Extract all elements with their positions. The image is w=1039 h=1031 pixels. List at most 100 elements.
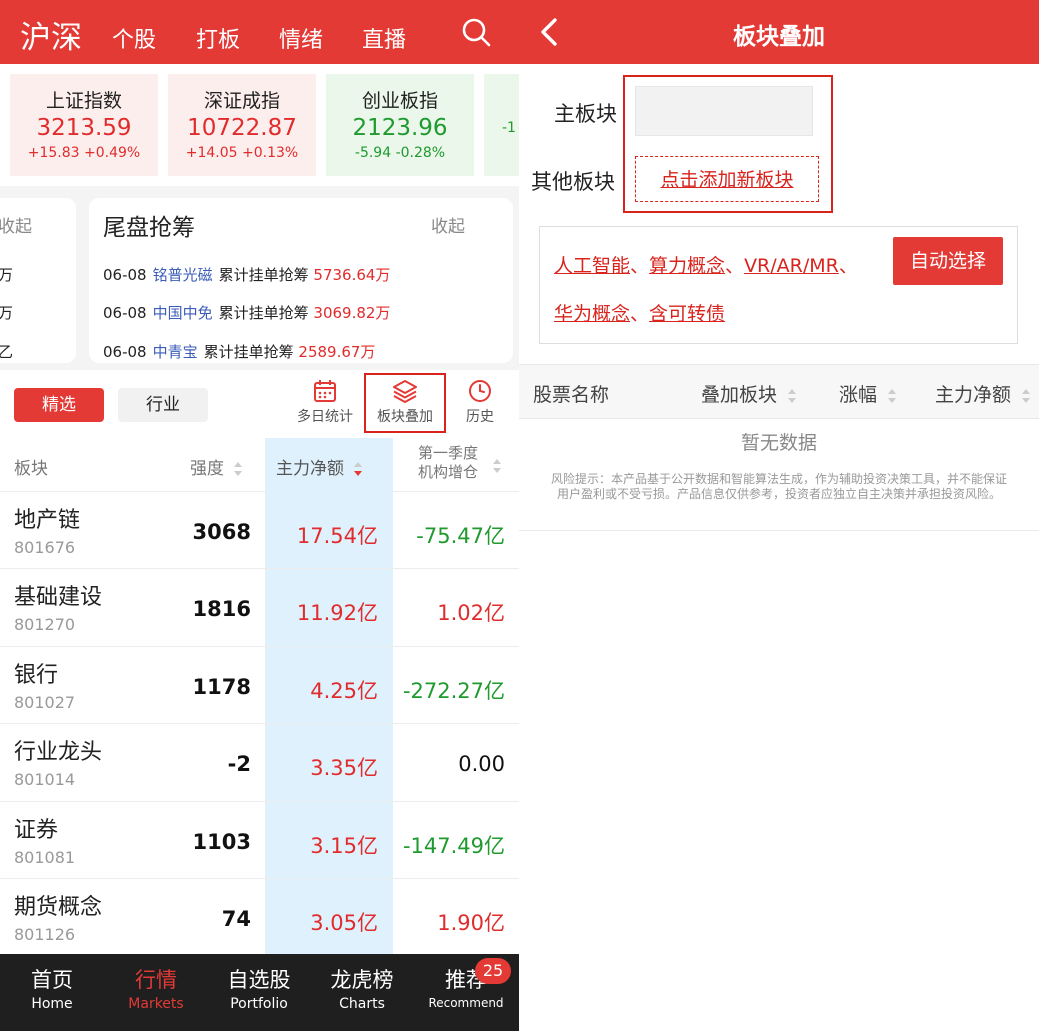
sector-strength: 1178 (192, 674, 251, 699)
nav-sublabel: Recommend (428, 996, 504, 1010)
bidding-amount: 2589.67万 (298, 343, 376, 361)
search-icon[interactable] (460, 16, 494, 50)
sector-strength: 1816 (192, 597, 251, 622)
sector-code: 801014 (14, 770, 76, 790)
suggestion-convertible[interactable]: 含可转债 (649, 303, 725, 325)
sector-input-highlight-box (623, 75, 833, 213)
bidding-stock[interactable]: 铭普光磁 (153, 266, 213, 284)
index-change: +14.05 +0.13% (185, 145, 299, 161)
index-change: +15.83 +0.49% (27, 145, 141, 161)
sector-table-header-overlay: 主力净额 第一季度 机构增仓 (0, 438, 519, 492)
nav-markets[interactable]: 行情 Markets (104, 964, 208, 1012)
table-row[interactable]: 期货概念 801126 74 3.05亿 1.90亿 (0, 879, 519, 957)
bidding-desc: 累计挂单抢筹 (218, 266, 309, 284)
sector-strength: 3068 (192, 520, 251, 544)
separator: 、 (725, 255, 745, 277)
bidding-stock[interactable]: 中青宝 (153, 343, 198, 361)
header-overlay-label: 叠加板块 (701, 384, 778, 406)
index-card-shanghai[interactable]: 上证指数 3213.59 +15.83 +0.49% (10, 74, 158, 176)
index-name: 深证成指 (203, 90, 280, 112)
separator: 、 (630, 303, 650, 325)
table-row[interactable]: 银行 801027 1178 4.25亿 -272.27亿 (0, 647, 519, 725)
notification-badge: 25 (475, 958, 511, 984)
bidding-desc: 累计挂单抢筹 (203, 343, 294, 361)
separator: 、 (838, 255, 858, 277)
suggestion-vr[interactable]: VR/AR/MR (744, 255, 839, 277)
header-main-net-label: 主力净额 (935, 384, 1012, 406)
suggestion-huawei[interactable]: 华为概念 (554, 303, 630, 325)
filter-industry-button[interactable]: 行业 (118, 388, 208, 422)
index-card-partial[interactable]: -1 (484, 74, 519, 176)
clock-icon (469, 380, 491, 402)
nav-charts[interactable]: 龙虎榜 Charts (310, 964, 414, 1012)
table-row[interactable]: 行业龙头 801014 -2 3.35亿 0.00 (0, 724, 519, 802)
late-bidding-card: 尾盘抢筹 收起 06-08 铭普光磁 累计挂单抢筹 5736.64万 06-08 中国… (89, 198, 513, 363)
filter-selected-button[interactable]: 精选 (14, 388, 104, 422)
tab-live[interactable]: 直播 (362, 22, 406, 54)
tool-label: 历史 (466, 409, 494, 425)
nav-sublabel: Charts (339, 996, 385, 1012)
sector-q1-inflow: -272.27亿 (402, 678, 505, 703)
left-screen: 沪深 个股 打板 情绪 直播 上证指数 3213.59 +15.83 +0.49… (0, 0, 519, 1031)
header-main-net-label: 主力净额 (276, 459, 344, 479)
header-overlay[interactable]: 叠加板块 (701, 380, 797, 407)
collapse-link[interactable]: 收起 (0, 212, 32, 237)
header-q1[interactable]: 第一季度 机构增仓 (418, 444, 478, 482)
auto-select-button[interactable]: 自动选择 (893, 237, 1003, 285)
nav-sublabel: Home (31, 996, 73, 1012)
index-card-chinext[interactable]: 创业板指 2123.96 -5.94 -0.28% (326, 74, 474, 176)
bidding-amount: 5736.64万 (313, 266, 391, 284)
risk-disclaimer: 风险提示：本产品基于公开数据和智能算法生成，作为辅助投资决策工具，并不能保证用户… (550, 472, 1007, 501)
sector-code: 801081 (14, 847, 76, 867)
sector-name: 证券 (14, 817, 59, 843)
nav-label: 自选股 (227, 968, 291, 992)
table-row[interactable]: 地产链 801676 3068 17.54亿 -75.47亿 (0, 492, 519, 570)
index-change: -5.94 -0.28% (354, 145, 446, 161)
collapse-link[interactable]: 收起 (431, 212, 465, 237)
multi-day-stats-button[interactable]: 多日统计 (294, 378, 356, 426)
bidding-title: 尾盘抢筹 (103, 215, 195, 241)
bidding-item[interactable]: 06-08 中国中免 累计挂单抢筹 3069.82万 (103, 302, 390, 323)
unit-text: 万 (0, 304, 14, 322)
divider (519, 530, 1039, 531)
sector-strength: 74 (221, 906, 251, 931)
tab-sentiment[interactable]: 情绪 (279, 22, 323, 54)
suggestion-computing[interactable]: 算力概念 (649, 255, 725, 277)
header-change-label: 涨幅 (839, 384, 878, 406)
history-button[interactable]: 历史 (458, 378, 502, 426)
bidding-item[interactable]: 06-08 中青宝 累计挂单抢筹 2589.67万 (103, 341, 375, 362)
empty-state: 暂无数据 (740, 432, 817, 454)
nav-home[interactable]: 首页 Home (0, 964, 104, 1012)
header-main-net[interactable]: 主力净额 (935, 380, 1031, 407)
header-main-net[interactable]: 主力净额 (276, 454, 363, 479)
suggestion-line: 人工智能、算力概念、VR/AR/MR、 (554, 251, 858, 278)
sector-main-net: 17.54亿 (296, 524, 378, 548)
index-value: 2123.96 (352, 115, 448, 141)
header-q1-label: 第一季度 (418, 444, 479, 462)
result-table-header: 股票名称 叠加板块 涨幅 主力净额 (519, 365, 1039, 419)
bidding-stock[interactable]: 中国中免 (153, 304, 213, 322)
nav-label: 首页 (31, 968, 73, 992)
bidding-item[interactable]: 06-08 铭普光磁 累计挂单抢筹 5736.64万 (103, 264, 390, 285)
nav-sublabel: Portfolio (230, 996, 288, 1012)
index-card-shenzhen[interactable]: 深证成指 10722.87 +14.05 +0.13% (168, 74, 316, 176)
bidding-desc: 累计挂单抢筹 (218, 304, 309, 322)
table-row[interactable]: 基础建设 801270 1816 11.92亿 1.02亿 (0, 569, 519, 647)
right-screen: 板块叠加 主板块 其他板块 点击添加新板块 人工智能、算力概念、VR/AR/MR… (519, 0, 1039, 1031)
index-name: 上证指数 (45, 90, 122, 112)
index-value: 3213.59 (36, 115, 132, 141)
sector-name: 银行 (14, 662, 59, 688)
bottom-nav: 首页 Home 行情 Markets 自选股 Portfolio 龙虎榜 Cha… (0, 954, 519, 1031)
tab-stock[interactable]: 个股 (112, 22, 156, 54)
table-row[interactable]: 证券 801081 1103 3.15亿 -147.49亿 (0, 802, 519, 879)
tab-limit-up[interactable]: 打板 (196, 22, 240, 54)
bidding-section: 收起 万 万 乙 尾盘抢筹 收起 06-08 铭普光磁 累计挂单抢筹 5736.64… (0, 186, 519, 370)
suggestion-ai[interactable]: 人工智能 (554, 255, 630, 277)
calendar-icon (314, 380, 336, 402)
sector-code: 801676 (14, 538, 76, 557)
market-title[interactable]: 沪深 (20, 12, 82, 57)
bidding-date: 06-08 (103, 266, 147, 284)
sector-main-net: 3.05亿 (310, 910, 378, 935)
nav-portfolio[interactable]: 自选股 Portfolio (207, 964, 311, 1012)
header-change[interactable]: 涨幅 (839, 380, 897, 407)
